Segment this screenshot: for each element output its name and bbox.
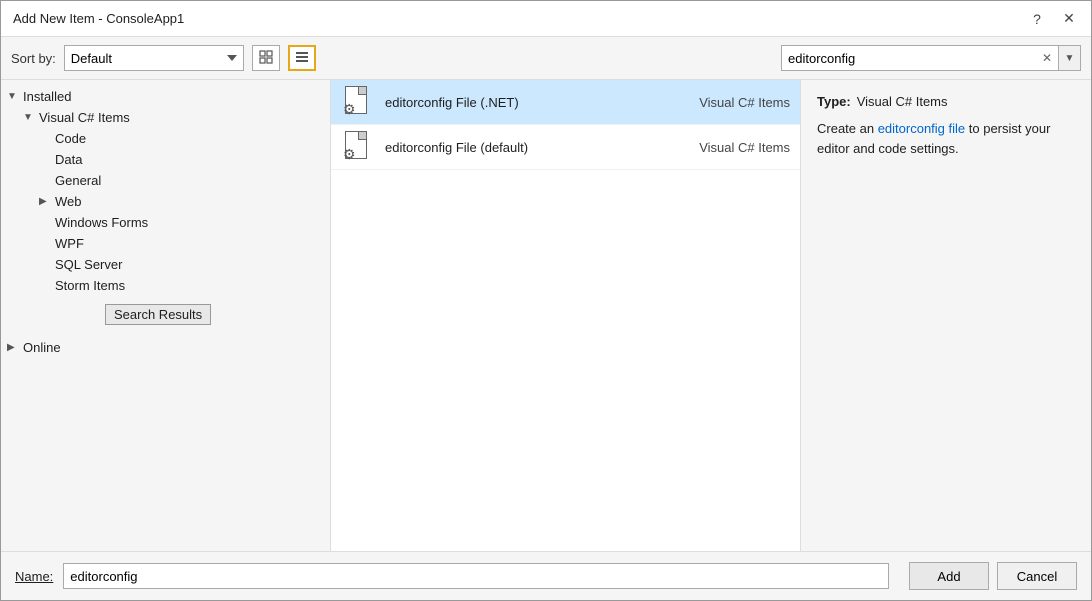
list-icon: [295, 50, 309, 67]
chevron-right-icon: ▶: [39, 196, 55, 207]
search-clear-button[interactable]: ✕: [1036, 46, 1058, 70]
sidebar-item-visual-csharp-label: Visual C# Items: [39, 110, 324, 125]
main-content: Sort by: Default Name Type: [1, 37, 1091, 551]
search-box: ✕ ▼: [781, 45, 1081, 71]
sidebar: ▼ Installed ▼ Visual C# Items Code Data: [1, 80, 331, 551]
item-category-editorconfig-net: Visual C# Items: [699, 95, 790, 110]
item-icon-editorconfig-default: ⚙: [341, 131, 373, 163]
cancel-button[interactable]: Cancel: [997, 562, 1077, 590]
type-value: Visual C# Items: [857, 94, 948, 109]
sidebar-item-sql[interactable]: SQL Server: [1, 254, 330, 275]
close-button[interactable]: ✕: [1055, 5, 1083, 33]
description-link[interactable]: editorconfig file: [878, 121, 965, 136]
action-buttons: Add Cancel: [909, 562, 1077, 590]
sidebar-item-online-label: Online: [23, 340, 324, 355]
item-row-editorconfig-default[interactable]: ⚙ editorconfig File (default) Visual C# …: [331, 125, 800, 170]
sidebar-item-online[interactable]: ▶ Online: [1, 337, 330, 358]
toolbar: Sort by: Default Name Type: [1, 37, 1091, 80]
item-name-editorconfig-net: editorconfig File (.NET): [385, 95, 687, 110]
add-button[interactable]: Add: [909, 562, 989, 590]
bottom-bar: Name: Add Cancel: [1, 551, 1091, 600]
sidebar-item-installed[interactable]: ▼ Installed: [1, 86, 330, 107]
sidebar-item-storm-label: Storm Items: [55, 278, 324, 293]
expand-icon-vc: ▼: [23, 112, 39, 123]
sidebar-item-sql-label: SQL Server: [55, 257, 324, 272]
sidebar-item-general-label: General: [55, 173, 324, 188]
item-name-editorconfig-default: editorconfig File (default): [385, 140, 687, 155]
body-area: ▼ Installed ▼ Visual C# Items Code Data: [1, 80, 1091, 551]
help-button[interactable]: ?: [1023, 5, 1051, 33]
sidebar-item-data-label: Data: [55, 152, 324, 167]
expand-icon: ▼: [7, 91, 23, 102]
search-input[interactable]: [782, 46, 1036, 70]
sidebar-item-general[interactable]: General: [1, 170, 330, 191]
sidebar-item-storm[interactable]: Storm Items: [1, 275, 330, 296]
item-row-editorconfig-net[interactable]: ⚙ editorconfig File (.NET) Visual C# Ite…: [331, 80, 800, 125]
name-input[interactable]: [63, 563, 889, 589]
dialog-title: Add New Item - ConsoleApp1: [13, 11, 184, 26]
gear-icon: ⚙: [343, 101, 356, 118]
title-bar-controls: ? ✕: [1023, 5, 1083, 33]
sidebar-item-code[interactable]: Code: [1, 128, 330, 149]
grid-view-button[interactable]: [252, 45, 280, 71]
items-panel: ⚙ editorconfig File (.NET) Visual C# Ite…: [331, 80, 801, 551]
details-description: Create an editorconfig file to persist y…: [817, 119, 1075, 158]
details-type-row: Type: Visual C# Items: [817, 94, 1075, 109]
sidebar-item-visual-csharp[interactable]: ▼ Visual C# Items: [1, 107, 330, 128]
list-view-button[interactable]: [288, 45, 316, 71]
details-panel: Type: Visual C# Items Create an editorco…: [801, 80, 1091, 551]
grid-icon: [259, 50, 273, 67]
search-dropdown-button[interactable]: ▼: [1058, 46, 1080, 70]
title-bar-left: Add New Item - ConsoleApp1: [13, 11, 184, 26]
gear-icon-2: ⚙: [343, 146, 356, 163]
sidebar-item-wpf[interactable]: WPF: [1, 233, 330, 254]
sidebar-item-wpf-label: WPF: [55, 236, 324, 251]
description-part1: Create an: [817, 121, 878, 136]
sidebar-item-windows-forms-label: Windows Forms: [55, 215, 324, 230]
add-new-item-dialog: Add New Item - ConsoleApp1 ? ✕ Sort by: …: [0, 0, 1092, 601]
sidebar-item-installed-label: Installed: [23, 89, 324, 104]
title-bar: Add New Item - ConsoleApp1 ? ✕: [1, 1, 1091, 37]
sidebar-item-windows-forms[interactable]: Windows Forms: [1, 212, 330, 233]
sidebar-item-web[interactable]: ▶ Web: [1, 191, 330, 212]
search-results-container: Search Results: [1, 296, 330, 333]
item-category-editorconfig-default: Visual C# Items: [699, 140, 790, 155]
sidebar-item-code-label: Code: [55, 131, 324, 146]
sidebar-item-data[interactable]: Data: [1, 149, 330, 170]
sort-label: Sort by:: [11, 51, 56, 66]
name-label: Name:: [15, 569, 53, 584]
item-icon-editorconfig-net: ⚙: [341, 86, 373, 118]
sort-select[interactable]: Default Name Type: [64, 45, 244, 71]
sidebar-item-search-results[interactable]: Search Results: [105, 304, 211, 325]
sidebar-item-web-label: Web: [55, 194, 324, 209]
type-label: Type:: [817, 94, 851, 109]
chevron-right-icon-online: ▶: [7, 342, 23, 353]
